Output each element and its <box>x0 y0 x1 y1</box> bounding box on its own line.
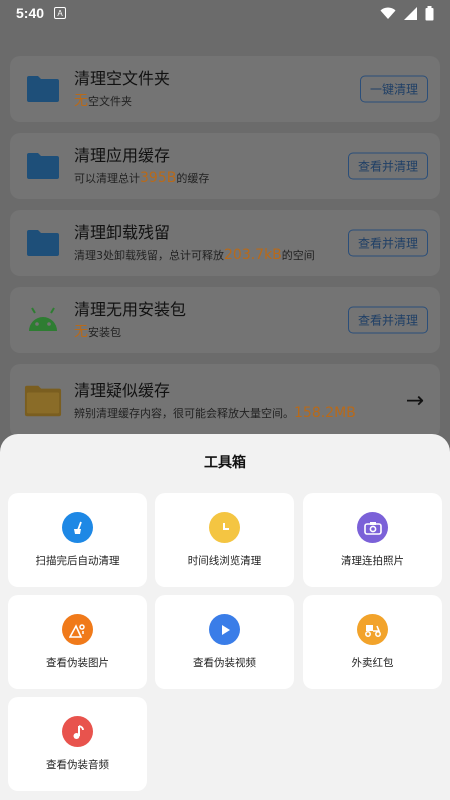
tool-disguised-videos[interactable]: 查看伪装视频 <box>155 595 294 689</box>
tool-burst-photos[interactable]: 清理连拍照片 <box>303 493 442 587</box>
notification-icon: A <box>54 7 67 19</box>
view-and-clean-button[interactable]: 查看并清理 <box>347 306 428 334</box>
folder-icon <box>24 150 62 182</box>
tool-label: 查看伪装音频 <box>46 759 109 771</box>
scooter-icon <box>357 614 388 645</box>
arrow-right-icon[interactable]: → <box>406 389 424 414</box>
tool-label: 查看伪装图片 <box>46 657 109 669</box>
folder-icon <box>24 227 62 259</box>
clock-icon <box>209 512 240 543</box>
cleanup-list: 清理空文件夹 无空文件夹 一键清理 清理应用缓存 可以清理总计395B的缓存 查… <box>10 56 440 449</box>
tool-label: 查看伪装视频 <box>193 657 256 669</box>
tool-timeline-browse[interactable]: 时间线浏览清理 <box>155 493 294 587</box>
battery-icon <box>425 5 434 20</box>
wifi-icon <box>380 7 396 19</box>
tool-label: 扫描完后自动清理 <box>35 555 120 567</box>
list-item-empty-folders[interactable]: 清理空文件夹 无空文件夹 一键清理 <box>10 56 440 122</box>
list-item-useless-apk[interactable]: 清理无用安装包 无安装包 查看并清理 <box>10 287 440 353</box>
music-icon <box>62 716 93 747</box>
list-item-suspected-cache[interactable]: 清理疑似缓存 辨别清理缓存内容，很可能会释放大量空间。158.2MB → <box>10 364 440 438</box>
folder-icon <box>24 73 62 105</box>
tool-auto-clean[interactable]: 扫描完后自动清理 <box>8 493 147 587</box>
tool-label: 外卖红包 <box>351 657 394 669</box>
tool-label: 清理连拍照片 <box>341 555 404 567</box>
tool-label: 时间线浏览清理 <box>187 555 262 567</box>
folder-open-icon <box>24 385 62 417</box>
play-icon <box>209 614 240 645</box>
android-icon <box>24 304 62 336</box>
list-item-app-cache[interactable]: 清理应用缓存 可以清理总计395B的缓存 查看并清理 <box>10 133 440 199</box>
camera-icon <box>357 512 388 543</box>
view-and-clean-button[interactable]: 查看并清理 <box>347 229 428 257</box>
status-time: 5:40 <box>16 5 45 21</box>
item-title: 清理疑似缓存 <box>74 380 171 400</box>
broom-icon <box>62 512 93 543</box>
tool-disguised-images[interactable]: 查看伪装图片 <box>8 595 147 689</box>
signal-icon <box>404 6 417 20</box>
status-bar: 5:40 A <box>0 0 450 26</box>
view-and-clean-button[interactable]: 查看并清理 <box>347 152 428 180</box>
one-click-clean-button[interactable]: 一键清理 <box>359 75 428 103</box>
item-subtitle: 辨别清理缓存内容，很可能会释放大量空间。158.2MB <box>74 404 356 421</box>
image-icon <box>62 614 93 645</box>
toolbox-title: 工具箱 <box>204 455 246 471</box>
list-item-uninstall-residue[interactable]: 清理卸载残留 清理3处卸载残留，总计可释放203.7kB的空间 查看并清理 <box>10 210 440 276</box>
toolbox-sheet: 工具箱 扫描完后自动清理 时间线浏览清理 清理连拍照片 查看伪装图片 查看伪装视… <box>0 434 450 800</box>
tool-takeout-redpacket[interactable]: 外卖红包 <box>303 595 442 689</box>
tool-disguised-audio[interactable]: 查看伪装音频 <box>8 697 147 791</box>
